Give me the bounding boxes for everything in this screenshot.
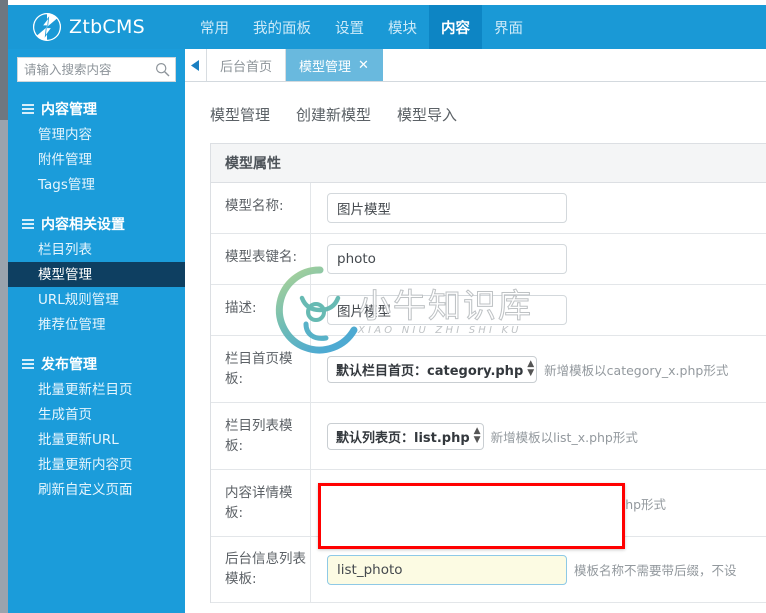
sidebar-group-title-1[interactable]: 内容相关设置: [8, 211, 185, 237]
chevron-updown-icon: ▲▼: [527, 359, 535, 378]
panel-title: 模型属性: [211, 144, 766, 183]
text-input-0[interactable]: [327, 193, 567, 223]
form-row-6: 后台信息列表模板: 模板名称不需要带后缀，不设: [211, 537, 766, 603]
hamburger-icon: [22, 104, 34, 114]
tab-1[interactable]: 模型管理 ✕: [286, 49, 383, 81]
topnav-item-4[interactable]: 内容: [429, 5, 482, 49]
sidebar-item-0-1[interactable]: 附件管理: [8, 147, 185, 172]
highlight-backdrop: [321, 486, 622, 546]
form-row-field-6: 模板名称不需要带后缀，不设: [311, 537, 766, 602]
app-root: ZtbCMS 常用我的面板设置模块内容界面 内容管理管理内容附件管理Tags管理…: [0, 0, 766, 613]
hamburger-icon: [22, 359, 34, 369]
form-row-field-2: [311, 285, 766, 335]
form-row-field-3: 默认栏目首页：category.php ▲ ▼ 新增模板以category_x.php…: [311, 336, 766, 402]
sidebar-item-2-0[interactable]: 批量更新栏目页: [8, 377, 185, 402]
hamburger-icon: [22, 219, 34, 229]
page-scrollbar-thumb[interactable]: [0, 0, 8, 120]
subtab-0[interactable]: 模型管理: [210, 104, 270, 125]
search-input[interactable]: [17, 57, 176, 82]
chevron-left-icon[interactable]: [185, 49, 207, 81]
sidebar-item-2-1[interactable]: 生成首页: [8, 402, 185, 427]
field-hint-4: 新增模板以list_x.php形式: [490, 429, 638, 445]
field-hint-6: 模板名称不需要带后缀，不设: [574, 563, 737, 578]
template-select-3[interactable]: 默认栏目首页：category.php ▲ ▼: [327, 355, 538, 383]
field-hint-3: 新增模板以category_x.php形式: [544, 362, 729, 378]
sub-tabs: 模型管理 创建新模型 模型导入: [185, 82, 766, 143]
chevron-updown-icon: ▲▼: [473, 426, 481, 445]
sidebar-item-1-0[interactable]: 栏目列表: [8, 237, 185, 262]
form-row-3: 栏目首页模板: 默认栏目首页：category.php ▲ ▼ 新增模板以categor…: [211, 336, 766, 403]
form-row-label-2: 描述:: [211, 285, 311, 335]
sidebar-group-0: 内容管理管理内容 附件管理 Tags管理: [8, 96, 185, 197]
form-row-field-0: [311, 183, 766, 233]
submit-area: 修改: [185, 603, 766, 613]
text-input-2[interactable]: [327, 295, 567, 325]
ztbcms-logo-icon: [33, 13, 61, 41]
sidebar-item-2-3[interactable]: 批量更新内容页: [8, 452, 185, 477]
sidebar-group-title-2[interactable]: 发布管理: [8, 351, 185, 377]
top-bar: ZtbCMS 常用 我的面板 设置 模块 内容 界面: [8, 5, 766, 49]
tab-label: 后台首页: [220, 59, 273, 75]
topnav-item-1[interactable]: 我的面板: [241, 5, 323, 49]
page-scrollbar[interactable]: [0, 0, 8, 613]
topnav-item-3[interactable]: 模块: [376, 5, 429, 49]
select-value: 默认栏目首页：category.php: [336, 363, 524, 379]
select-value: 默认列表页：list.php: [336, 430, 470, 446]
topnav-item-5[interactable]: 界面: [482, 5, 535, 49]
form-row-label-1: 模型表键名:: [211, 234, 311, 284]
form-row-label-3: 栏目首页模板:: [211, 336, 311, 402]
sidebar-item-1-2[interactable]: URL规则管理: [8, 287, 185, 312]
sidebar-item-1-1[interactable]: 模型管理: [8, 262, 185, 287]
brand[interactable]: ZtbCMS: [33, 11, 145, 43]
sidebar-item-1-3[interactable]: 推荐位管理: [8, 312, 185, 337]
form-row-0: 模型名称:: [211, 183, 766, 234]
tab-list: 后台首页 模型管理 ✕: [207, 49, 383, 81]
text-input-6[interactable]: [327, 554, 567, 585]
topnav-item-0[interactable]: 常用: [188, 5, 241, 49]
sidebar-group-1: 内容相关设置栏目列表 模型管理 URL规则管理 推荐位管理: [8, 211, 185, 337]
form-row-1: 模型表键名:: [211, 234, 766, 285]
brand-name: ZtbCMS: [69, 16, 146, 38]
sidebar-group-label: 内容相关设置: [41, 217, 125, 233]
sidebar-group-label: 内容管理: [41, 102, 97, 118]
template-select-4[interactable]: 默认列表页：list.php ▲ ▼: [327, 422, 484, 450]
form-row-label-6: 后台信息列表模板:: [211, 537, 311, 602]
top-nav: 常用 我的面板 设置 模块 内容 界面: [188, 5, 535, 49]
subtab-2[interactable]: 模型导入: [397, 104, 457, 125]
sidebar: 内容管理管理内容附件管理Tags管理内容相关设置栏目列表模型管理URL规则管理推…: [8, 49, 185, 613]
tab-bar: 后台首页 模型管理 ✕: [185, 49, 766, 82]
close-icon[interactable]: ✕: [358, 59, 369, 72]
text-input-1[interactable]: [327, 244, 567, 274]
tab-0[interactable]: 后台首页: [207, 49, 287, 81]
form-row-label-4: 栏目列表模板:: [211, 403, 311, 469]
form-row-2: 描述:: [211, 285, 766, 336]
sidebar-item-0-2[interactable]: Tags管理: [8, 172, 185, 197]
form-row-label-5: 内容详情模板:: [211, 470, 311, 536]
sidebar-item-2-4[interactable]: 刷新自定义页面: [8, 477, 185, 502]
form-row-field-4: 默认列表页：list.php ▲ ▼ 新增模板以list_x.php形式: [311, 403, 766, 469]
form-row-field-1: [311, 234, 766, 284]
sidebar-item-2-2[interactable]: 批量更新URL: [8, 427, 185, 452]
tab-label: 模型管理: [299, 59, 352, 75]
sidebar-group-label: 发布管理: [41, 357, 97, 373]
subtab-1[interactable]: 创建新模型: [296, 104, 371, 125]
sidebar-nav: 内容管理管理内容 附件管理 Tags管理内容相关设置栏目列表 模型管理 URL规则管理推…: [8, 96, 185, 502]
sidebar-group-title-0[interactable]: 内容管理: [8, 96, 185, 122]
sidebar-search: [17, 57, 176, 82]
sidebar-group-2: 发布管理批量更新栏目页 生成首页 批量更新URL 批量更新内容页 刷新自定义页面: [8, 351, 185, 502]
sidebar-item-0-0[interactable]: 管理内容: [8, 122, 185, 147]
form-row-label-0: 模型名称:: [211, 183, 311, 233]
form-row-4: 栏目列表模板: 默认列表页：list.php ▲ ▼ 新增模板以list_x.php形式: [211, 403, 766, 470]
topnav-item-2[interactable]: 设置: [323, 5, 376, 49]
